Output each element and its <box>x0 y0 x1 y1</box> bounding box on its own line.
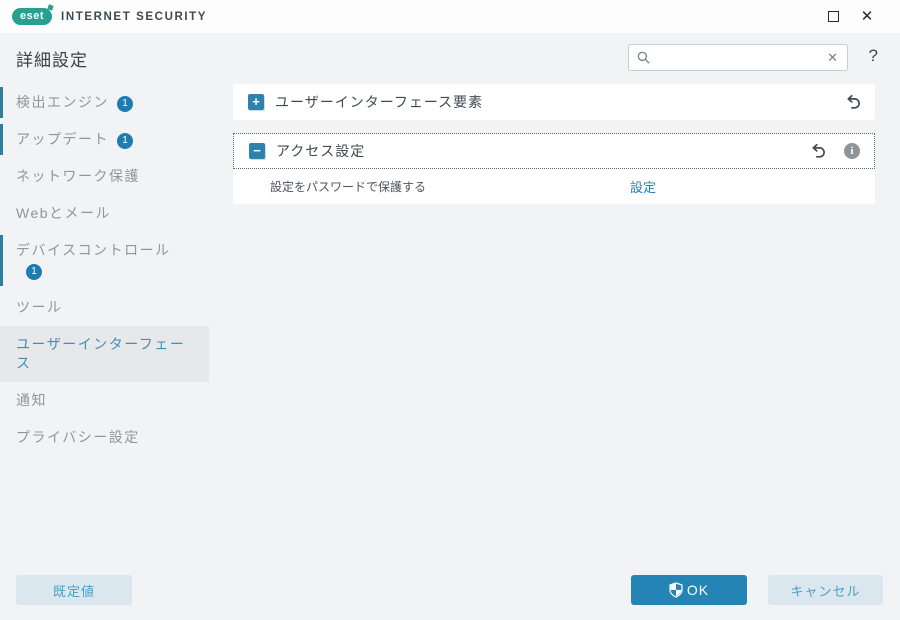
sidebar-item-web-and-email[interactable]: Webとメール <box>0 195 209 232</box>
password-protect-row: 設定をパスワードで保護する 設定 <box>233 169 875 204</box>
maximize-button[interactable] <box>816 0 850 33</box>
titlebar: eset INTERNET SECURITY ✕ <box>0 0 900 33</box>
sidebar-item-network-protection[interactable]: ネットワーク保護 <box>0 158 209 195</box>
close-icon: ✕ <box>861 9 874 24</box>
search-clear-icon[interactable]: ✕ <box>825 50 840 66</box>
attention-badge: 1 <box>117 133 133 149</box>
search-box[interactable]: ✕ <box>628 44 848 71</box>
eset-logo: eset <box>12 8 52 25</box>
product-name: INTERNET SECURITY <box>61 11 207 23</box>
setting-label: 設定をパスワードで保護する <box>270 178 630 195</box>
sidebar-item-detection-engine[interactable]: 検出エンジン 1 <box>0 84 209 121</box>
maximize-icon <box>828 11 839 22</box>
revert-icon[interactable] <box>809 143 826 160</box>
sidebar-item-label: ネットワーク保護 <box>16 168 140 184</box>
setup-link[interactable]: 設定 <box>630 177 656 196</box>
attention-badge: 1 <box>26 264 42 280</box>
sidebar-item-tools[interactable]: ツール <box>0 289 209 326</box>
sidebar-item-label: プライバシー設定 <box>16 429 140 445</box>
close-button[interactable]: ✕ <box>850 0 884 33</box>
collapse-icon[interactable]: − <box>249 143 265 159</box>
expand-icon[interactable]: + <box>248 94 264 110</box>
header: 詳細設定 ✕ ? <box>0 33 900 84</box>
section-header[interactable]: + ユーザーインターフェース要素 <box>233 84 875 120</box>
sidebar-item-label: 検出エンジン <box>16 94 109 110</box>
sidebar-item-label: アップデート <box>16 131 109 147</box>
page-title: 詳細設定 <box>16 46 88 71</box>
ok-button-label: OK <box>687 582 709 598</box>
sidebar-item-label: デバイスコントロール <box>16 242 171 258</box>
info-icon[interactable]: i <box>844 143 860 159</box>
section-header[interactable]: − アクセス設定 i <box>233 133 875 169</box>
cancel-button[interactable]: キャンセル <box>768 575 883 605</box>
section-title: アクセス設定 <box>276 141 809 161</box>
eset-advanced-settings-window: eset INTERNET SECURITY ✕ 詳細設定 ✕ ? 検出エンジン… <box>0 0 900 620</box>
section-access-setup: − アクセス設定 i 設定をパスワードで保護する 設定 <box>233 133 875 204</box>
search-icon <box>636 50 651 65</box>
sidebar-item-privacy-settings[interactable]: プライバシー設定 <box>0 419 209 456</box>
sidebar-item-update[interactable]: アップデート 1 <box>0 121 209 158</box>
sidebar-item-label: 通知 <box>16 392 47 408</box>
sidebar-item-device-control[interactable]: デバイスコントロール 1 <box>0 232 209 289</box>
uac-shield-icon <box>669 582 683 598</box>
sidebar-item-label: ユーザーインターフェース <box>16 336 185 371</box>
footer: 既定値 OK キャンセル <box>0 575 900 605</box>
ok-button[interactable]: OK <box>631 575 747 605</box>
sidebar: 検出エンジン 1 アップデート 1 ネットワーク保護 Webとメール デバイスコント… <box>0 84 209 560</box>
help-button[interactable]: ? <box>869 46 878 66</box>
attention-badge: 1 <box>117 96 133 112</box>
search-input[interactable] <box>651 50 825 65</box>
sidebar-item-label: ツール <box>16 299 63 315</box>
revert-icon[interactable] <box>844 94 861 111</box>
section-user-interface-elements: + ユーザーインターフェース要素 <box>233 84 875 120</box>
sidebar-item-notifications[interactable]: 通知 <box>0 382 209 419</box>
section-title: ユーザーインターフェース要素 <box>275 92 844 112</box>
defaults-button[interactable]: 既定値 <box>16 575 132 605</box>
sidebar-item-label: Webとメール <box>16 205 111 221</box>
sidebar-item-user-interface[interactable]: ユーザーインターフェース <box>0 326 209 382</box>
settings-content: + ユーザーインターフェース要素 − アクセス設定 <box>233 84 875 217</box>
